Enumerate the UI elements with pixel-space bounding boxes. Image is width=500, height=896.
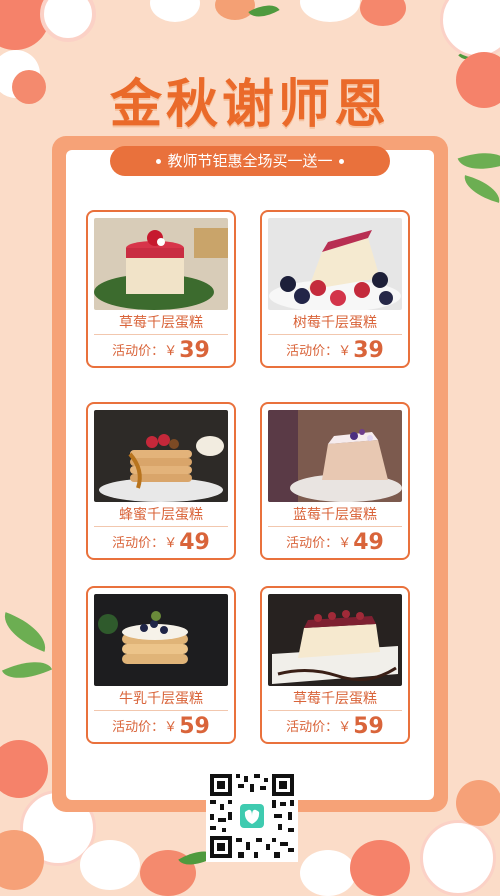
price-value: 59: [179, 714, 210, 739]
dot-icon: [338, 159, 344, 164]
cake-photo: [268, 410, 402, 502]
product-price: 活动价：￥59: [88, 714, 234, 740]
product-name: 蜂蜜千层蛋糕: [94, 504, 228, 527]
dot-icon: [156, 159, 162, 164]
price-label: 活动价：￥: [286, 344, 352, 359]
product-name: 草莓千层蛋糕: [268, 688, 402, 711]
page-title: 金秋谢师恩: [109, 75, 390, 135]
price-value: 39: [179, 338, 210, 363]
product-name: 蓝莓千层蛋糕: [268, 504, 402, 527]
cake-photo: [94, 218, 228, 310]
product-item[interactable]: 树莓千层蛋糕 活动价：￥39: [260, 210, 410, 368]
product-price: 活动价：￥49: [262, 530, 408, 556]
product-item[interactable]: 蓝莓千层蛋糕 活动价：￥49: [260, 402, 410, 560]
product-item[interactable]: 牛乳千层蛋糕 活动价：￥59: [86, 586, 236, 744]
product-price: 活动价：￥49: [88, 530, 234, 556]
price-label: 活动价：￥: [112, 344, 178, 359]
price-label: 活动价：￥: [286, 720, 352, 735]
price-value: 49: [179, 530, 210, 555]
qr-code[interactable]: [206, 770, 298, 862]
product-item[interactable]: 草莓千层蛋糕 活动价：￥59: [260, 586, 410, 744]
product-item[interactable]: 草莓千层蛋糕 活动价：￥39: [86, 210, 236, 368]
product-name: 草莓千层蛋糕: [94, 312, 228, 335]
cake-photo: [94, 410, 228, 502]
product-price: 活动价：￥59: [262, 714, 408, 740]
product-name: 树莓千层蛋糕: [268, 312, 402, 335]
price-label: 活动价：￥: [112, 720, 178, 735]
product-name: 牛乳千层蛋糕: [94, 688, 228, 711]
price-label: 活动价：￥: [112, 536, 178, 551]
cake-photo: [268, 218, 402, 310]
product-price: 活动价：￥39: [88, 338, 234, 364]
product-price: 活动价：￥39: [262, 338, 408, 364]
product-item[interactable]: 蜂蜜千层蛋糕 活动价：￥49: [86, 402, 236, 560]
cake-photo: [94, 594, 228, 686]
promo-banner-text: 教师节钜惠全场买一送一: [167, 152, 333, 170]
promo-banner: 教师节钜惠全场买一送一: [110, 146, 390, 176]
price-value: 49: [353, 530, 384, 555]
price-label: 活动价：￥: [286, 536, 352, 551]
price-value: 59: [353, 714, 384, 739]
price-value: 39: [353, 338, 384, 363]
cake-photo: [268, 594, 402, 686]
